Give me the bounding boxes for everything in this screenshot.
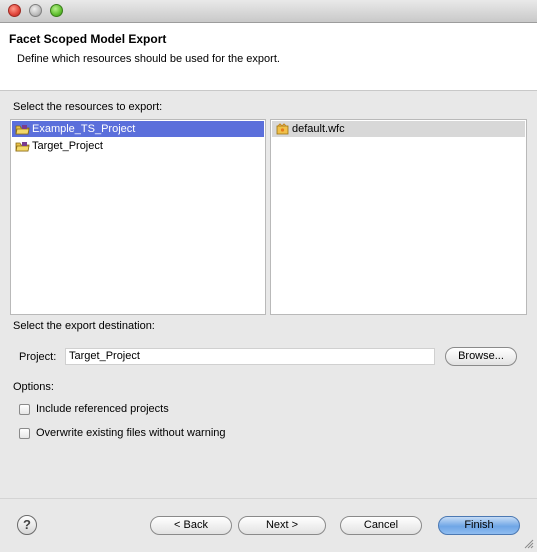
help-button[interactable]: ? bbox=[17, 515, 37, 535]
next-button[interactable]: Next > bbox=[238, 516, 326, 535]
file-item-label: default.wfc bbox=[292, 123, 345, 135]
overwrite-checkbox[interactable] bbox=[19, 428, 30, 439]
wizard-title: Facet Scoped Model Export bbox=[9, 32, 167, 46]
back-button[interactable]: < Back bbox=[150, 516, 232, 535]
wizard-description: Define which resources should be used fo… bbox=[17, 53, 280, 65]
zoom-window-button[interactable] bbox=[50, 4, 63, 17]
file-item-default-wfc[interactable]: default.wfc bbox=[272, 121, 525, 137]
cancel-button[interactable]: Cancel bbox=[340, 516, 422, 535]
project-item-target-project[interactable]: Target_Project bbox=[12, 138, 264, 154]
project-item-label: Target_Project bbox=[32, 140, 103, 152]
wfc-file-icon bbox=[276, 123, 289, 135]
minimize-window-button[interactable] bbox=[29, 4, 42, 17]
projects-list[interactable]: Example_TS_Project Target_Project bbox=[10, 119, 266, 315]
include-referenced-label: Include referenced projects bbox=[36, 403, 169, 415]
close-window-button[interactable] bbox=[8, 4, 21, 17]
resources-label: Select the resources to export: bbox=[13, 101, 163, 113]
include-referenced-checkbox[interactable] bbox=[19, 404, 30, 415]
project-destination-input[interactable]: Target_Project bbox=[65, 348, 435, 365]
browse-button[interactable]: Browse... bbox=[445, 347, 517, 366]
options-label: Options: bbox=[13, 381, 54, 393]
wizard-header: Facet Scoped Model Export Define which r… bbox=[0, 23, 537, 91]
project-item-example-ts-project[interactable]: Example_TS_Project bbox=[12, 121, 264, 137]
overwrite-label: Overwrite existing files without warning bbox=[36, 427, 226, 439]
files-list[interactable]: default.wfc bbox=[270, 119, 527, 315]
project-folder-icon bbox=[15, 125, 30, 135]
project-field-label: Project: bbox=[19, 351, 57, 363]
project-folder-icon bbox=[15, 142, 30, 152]
destination-label: Select the export destination: bbox=[13, 320, 155, 332]
footer-divider bbox=[0, 498, 537, 499]
project-item-label: Example_TS_Project bbox=[32, 123, 136, 135]
window-titlebar bbox=[0, 0, 537, 23]
help-icon: ? bbox=[23, 517, 31, 532]
finish-button[interactable]: Finish bbox=[438, 516, 520, 535]
resize-grip-icon[interactable] bbox=[524, 539, 534, 549]
